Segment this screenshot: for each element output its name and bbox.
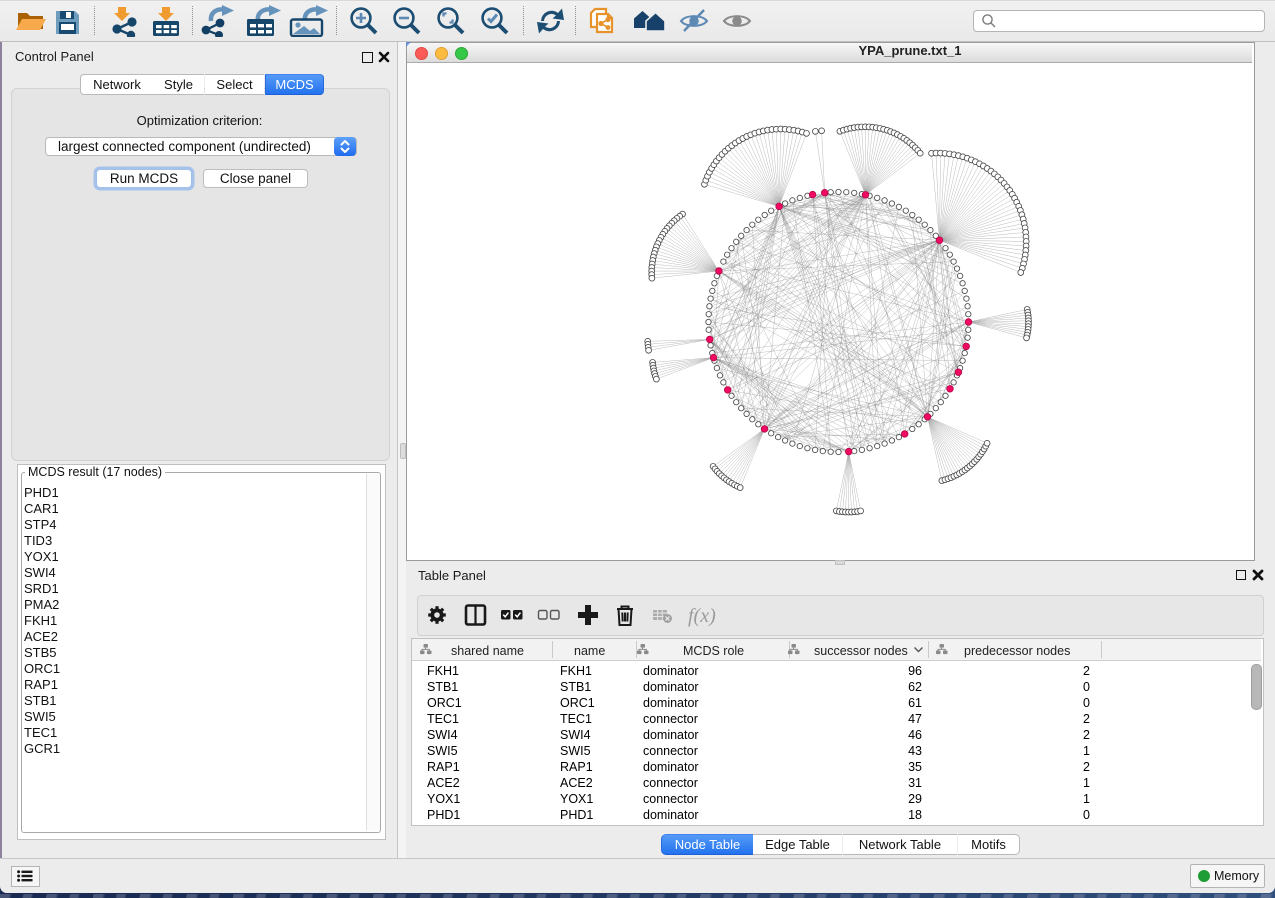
- svg-text:f(x): f(x): [688, 605, 716, 627]
